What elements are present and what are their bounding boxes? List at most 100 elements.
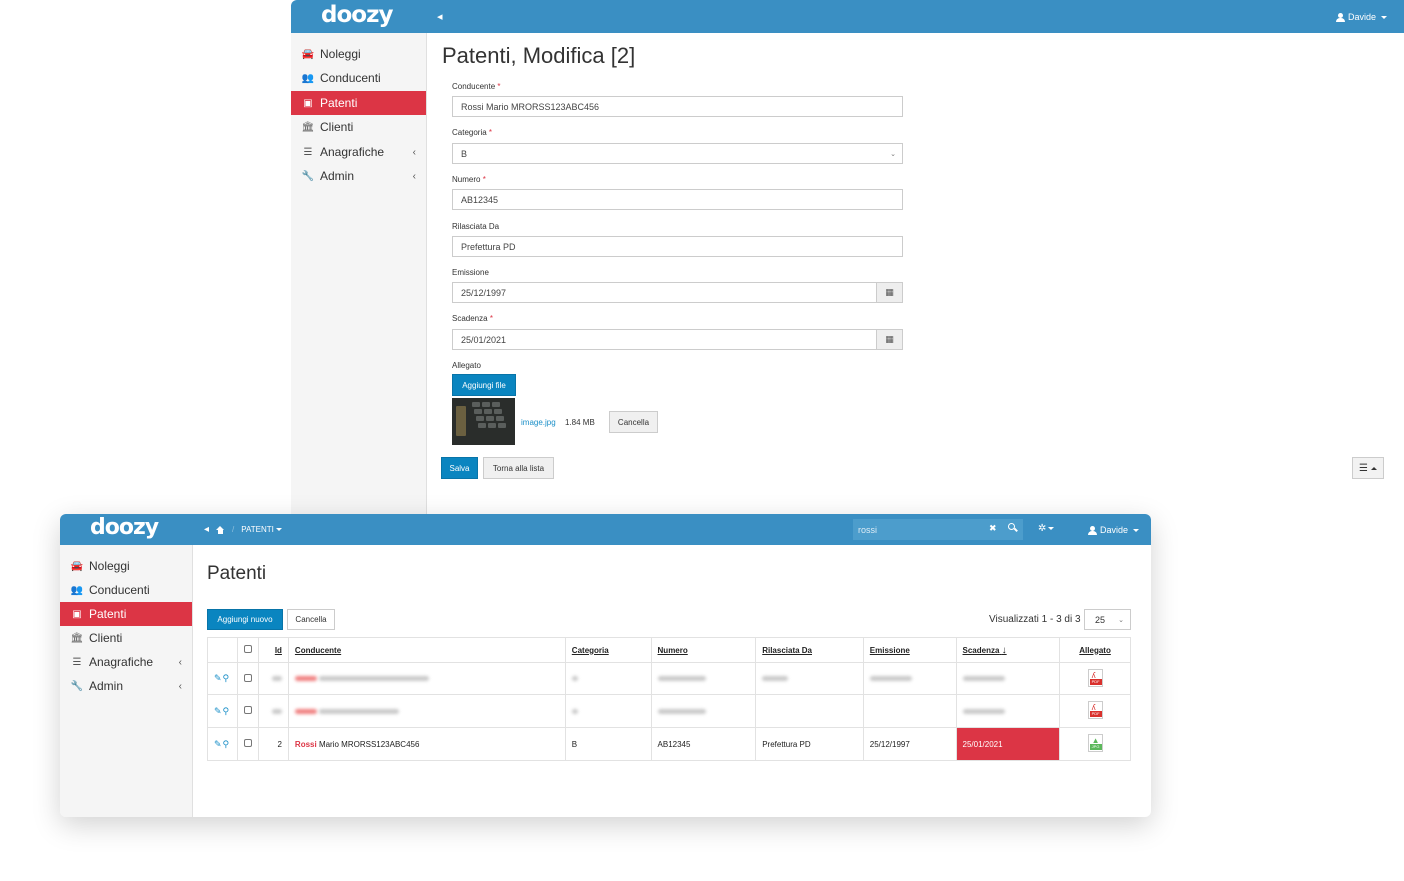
- page-size-value: 25: [1095, 614, 1106, 625]
- sidebar-toggle-icon[interactable]: ◂: [437, 10, 443, 23]
- emissione-field[interactable]: 25/12/1997: [452, 282, 877, 303]
- row-checkbox[interactable]: [243, 673, 252, 682]
- chevron-left-icon: ‹: [178, 656, 182, 668]
- table-row[interactable]: ✎⚲ ʎ PDF: [207, 662, 1131, 695]
- attachment-link[interactable]: image.jpg: [521, 418, 556, 427]
- search-icon[interactable]: ⚲: [223, 673, 231, 683]
- add-file-button[interactable]: Aggiungi file: [452, 374, 516, 396]
- app-logo[interactable]: doozy: [90, 515, 159, 540]
- row-checkbox[interactable]: [243, 739, 252, 747]
- scadenza-label: Scadenza *: [452, 314, 493, 323]
- numero-field[interactable]: AB12345: [452, 189, 903, 210]
- caret-down-icon: [1133, 528, 1140, 532]
- id-card-icon: ▣: [72, 608, 82, 620]
- add-new-button[interactable]: Aggiungi nuovo: [207, 609, 283, 630]
- sidebar-item-clienti[interactable]: 🏛 Clienti: [60, 626, 192, 650]
- settings-menu[interactable]: ✲: [1038, 523, 1055, 534]
- cell-conducente: [287, 662, 566, 695]
- chevron-left-icon: ‹: [178, 680, 182, 692]
- sidebar-item-anagrafiche[interactable]: ☰ Anagrafiche ‹: [60, 650, 192, 674]
- chevron-down-icon: ⌄: [890, 150, 896, 158]
- pdf-file-icon[interactable]: ʎ PDF: [1087, 668, 1103, 687]
- row-actions: ✎⚲: [207, 694, 238, 728]
- emissione-label: Emissione: [452, 268, 489, 277]
- back-to-list-button[interactable]: Torna alla lista: [483, 457, 554, 479]
- column-header-numero[interactable]: Numero: [650, 637, 757, 663]
- sidebar-item-label: Admin: [89, 679, 124, 693]
- cell-allegato[interactable]: ʎ PDF: [1059, 694, 1131, 728]
- sidebar-item-label: Conducenti: [320, 71, 381, 85]
- user-menu[interactable]: Davide: [1335, 12, 1387, 22]
- chevron-left-icon: ‹: [412, 170, 416, 182]
- column-header-scadenza[interactable]: Scadenza ↓: [955, 637, 1061, 663]
- attachment-size: 1.84 MB: [565, 418, 595, 427]
- column-header-rilasciata[interactable]: Rilasciata Da: [755, 637, 864, 663]
- select-all-checkbox[interactable]: [243, 645, 252, 653]
- attachment-thumbnail[interactable]: [452, 398, 515, 445]
- edit-icon[interactable]: ✎: [214, 739, 223, 749]
- search-icon[interactable]: [1008, 523, 1017, 532]
- column-header-allegato[interactable]: Allegato: [1059, 637, 1131, 663]
- sidebar-item-noleggi[interactable]: 🚘 Noleggi: [291, 42, 426, 66]
- sidebar-item-clienti[interactable]: 🏛 Clienti: [291, 115, 426, 139]
- column-header-emissione[interactable]: Emissione: [862, 637, 957, 663]
- column-header-conducente[interactable]: Conducente: [287, 637, 566, 663]
- list-menu-button[interactable]: ☰: [1352, 457, 1384, 479]
- sidebar-item-label: Noleggi: [320, 47, 361, 61]
- column-header-id[interactable]: Id: [257, 637, 289, 663]
- sidebar-item-admin[interactable]: 🔧 Admin ‹: [60, 674, 192, 698]
- car-icon: 🚘: [70, 560, 84, 572]
- home-icon[interactable]: [216, 525, 225, 534]
- column-header-categoria[interactable]: Categoria: [564, 637, 652, 663]
- cell-conducente: Rossi Mario MRORSS123ABC456: [287, 727, 566, 761]
- edit-icon[interactable]: ✎: [214, 706, 223, 716]
- rilasciata-field[interactable]: Prefettura PD: [452, 236, 903, 257]
- row-checkbox[interactable]: [243, 706, 252, 714]
- sidebar-item-patenti[interactable]: ▣ Patenti: [291, 91, 426, 115]
- numero-label: Numero *: [452, 175, 486, 184]
- jpg-file-icon[interactable]: ▲ JPG: [1087, 734, 1103, 752]
- page-title: Patenti: [207, 563, 267, 584]
- sidebar-item-patenti[interactable]: ▣ Patenti: [60, 602, 192, 626]
- cell-allegato[interactable]: ʎ PDF: [1059, 662, 1131, 695]
- cell-allegato[interactable]: ▲ JPG: [1059, 727, 1131, 761]
- row-select[interactable]: [236, 662, 259, 695]
- breadcrumb-item-patenti[interactable]: PATENTI: [241, 525, 282, 534]
- cell-id: [257, 662, 289, 695]
- sidebar-item-label: Anagrafiche: [89, 655, 154, 669]
- search-input[interactable]: rossi: [853, 519, 1023, 540]
- sidebar-item-admin[interactable]: 🔧 Admin ‹: [291, 164, 426, 188]
- sidebar-item-anagrafiche[interactable]: ☰ Anagrafiche ‹: [291, 140, 426, 164]
- delete-button[interactable]: Cancella: [287, 609, 335, 630]
- column-label: Scadenza: [962, 645, 1000, 655]
- delete-file-button[interactable]: Cancella: [609, 411, 658, 433]
- select-all-header[interactable]: [236, 637, 259, 663]
- row-select[interactable]: [236, 694, 259, 728]
- save-button[interactable]: Salva: [441, 457, 478, 479]
- cell-rilasciata: Prefettura PD: [755, 727, 864, 761]
- calendar-icon[interactable]: ▦: [876, 329, 903, 350]
- scadenza-field[interactable]: 25/01/2021: [452, 329, 877, 350]
- pdf-file-icon[interactable]: ʎ PDF: [1087, 701, 1103, 719]
- app-logo[interactable]: doozy: [321, 2, 393, 28]
- sidebar: 🚘 Noleggi 👥 Conducenti ▣ Patenti 🏛 Clien…: [291, 33, 427, 515]
- search-icon[interactable]: ⚲: [223, 739, 231, 749]
- clear-search-icon[interactable]: ✖: [989, 523, 997, 534]
- required-mark: *: [497, 82, 501, 91]
- edit-icon[interactable]: ✎: [214, 673, 223, 683]
- sidebar-item-conducenti[interactable]: 👥 Conducenti: [60, 578, 192, 602]
- conducente-field[interactable]: Rossi Mario MRORSS123ABC456: [452, 96, 903, 117]
- user-menu[interactable]: Davide: [1088, 525, 1140, 535]
- sidebar-item-conducenti[interactable]: 👥 Conducenti: [291, 66, 426, 90]
- row-select[interactable]: [236, 727, 259, 761]
- sidebar-item-label: Clienti: [320, 120, 354, 134]
- page-size-select[interactable]: 25 ⌄: [1084, 609, 1131, 630]
- table-row[interactable]: ✎⚲ ʎ PDF: [207, 694, 1131, 728]
- search-icon[interactable]: ⚲: [223, 706, 231, 716]
- calendar-icon[interactable]: ▦: [876, 282, 903, 303]
- table-row[interactable]: ✎⚲ 2 Rossi Mario MRORSS123ABC456 B AB123…: [207, 727, 1131, 761]
- sidebar-toggle-icon[interactable]: ◂: [204, 524, 209, 535]
- cell-numero: [650, 662, 757, 695]
- categoria-select[interactable]: B ⌄: [452, 143, 903, 164]
- sidebar-item-noleggi[interactable]: 🚘 Noleggi: [60, 554, 192, 578]
